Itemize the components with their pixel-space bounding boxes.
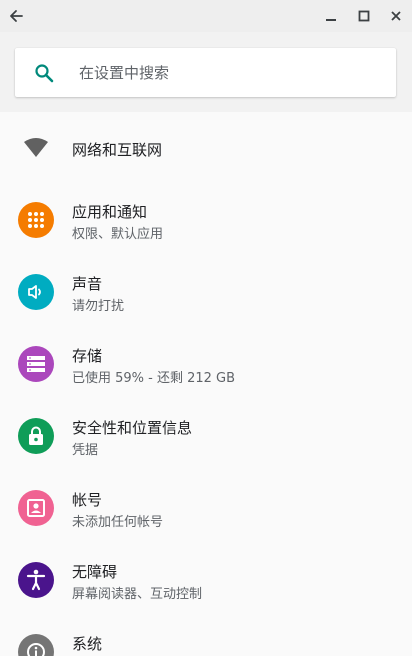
close-icon	[391, 11, 401, 21]
search-area	[0, 32, 412, 112]
settings-item-subtitle: 请勿打扰	[72, 299, 125, 314]
maximize-button[interactable]	[352, 4, 376, 28]
search-input[interactable]	[77, 48, 377, 97]
settings-item-subtitle: 权限、默认应用	[72, 227, 164, 242]
settings-item-title: 存储	[72, 347, 103, 365]
settings-item-title: 应用和通知	[72, 203, 148, 221]
settings-item-title: 帐号	[72, 491, 103, 509]
info-icon	[18, 634, 54, 656]
wifi-icon	[18, 130, 54, 166]
apps-grid-icon	[18, 202, 54, 238]
settings-item-storage[interactable]: 存储 已使用 59% - 还剩 212 GB	[0, 328, 412, 400]
settings-item-title: 声音	[72, 275, 103, 293]
back-button[interactable]	[4, 4, 28, 28]
settings-item-title: 网络和互联网	[72, 141, 163, 159]
settings-item-subtitle: 凭据	[72, 443, 99, 458]
settings-item-accessibility[interactable]: 无障碍 屏幕阅读器、互动控制	[0, 544, 412, 616]
settings-item-system[interactable]: 系统	[0, 616, 412, 656]
minimize-button[interactable]	[319, 4, 343, 28]
settings-item-accounts[interactable]: 帐号 未添加任何帐号	[0, 472, 412, 544]
settings-item-apps[interactable]: 应用和通知 权限、默认应用	[0, 184, 412, 256]
search-box[interactable]	[15, 48, 396, 97]
minimize-icon	[326, 19, 336, 21]
lock-icon	[18, 418, 54, 454]
settings-item-sound[interactable]: 声音 请勿打扰	[0, 256, 412, 328]
arrow-left-icon	[10, 10, 23, 22]
settings-item-title: 系统	[72, 635, 103, 653]
settings-item-subtitle: 已使用 59% - 还剩 212 GB	[72, 371, 236, 386]
settings-item-network[interactable]: 网络和互联网	[0, 112, 412, 184]
accessibility-icon	[18, 562, 54, 598]
search-icon	[35, 64, 54, 83]
title-bar	[0, 0, 412, 32]
storage-icon	[18, 346, 54, 382]
settings-item-security[interactable]: 安全性和位置信息 凭据	[0, 400, 412, 472]
volume-icon	[18, 274, 54, 310]
account-icon	[18, 490, 54, 526]
settings-item-subtitle: 未添加任何帐号	[72, 515, 164, 530]
settings-item-subtitle: 屏幕阅读器、互动控制	[72, 587, 203, 602]
maximize-icon	[358, 10, 370, 22]
settings-item-title: 无障碍	[72, 563, 118, 581]
settings-item-title: 安全性和位置信息	[72, 419, 193, 437]
close-button[interactable]	[384, 4, 408, 28]
